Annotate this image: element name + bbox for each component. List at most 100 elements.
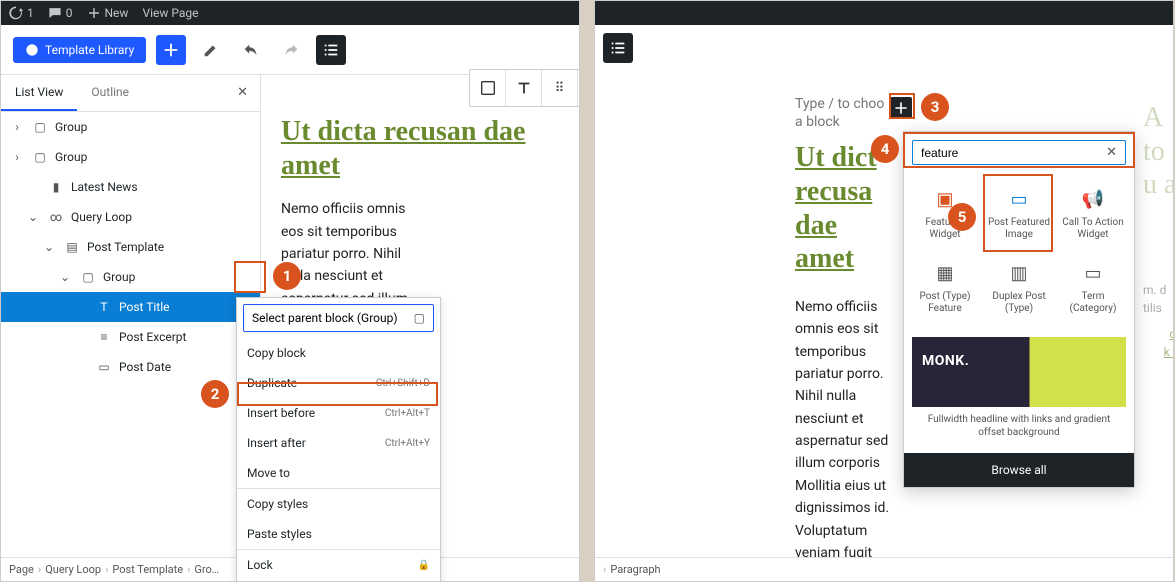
browse-all-button[interactable]: Browse all — [904, 453, 1134, 487]
move-handle[interactable]: ⠿ — [542, 70, 578, 106]
chevron-down-icon: ⌄ — [25, 210, 41, 224]
listview-toggle-button[interactable] — [316, 35, 346, 65]
background-heading: A to s u a — [1143, 101, 1174, 202]
view-page-label: View Page — [142, 6, 198, 20]
listview-toggle-button[interactable] — [603, 33, 633, 63]
panel-tabs: List View Outline ✕ — [1, 75, 260, 112]
block-more-button[interactable]: ⋮ — [578, 70, 580, 106]
inserter-results-grid: ▣Featured Widget ▭Post Featured Image 📢C… — [904, 173, 1134, 329]
tree-item-post-template[interactable]: ⌄▤Post Template — [1, 232, 260, 262]
tree-item-query-loop[interactable]: ⌄∞Query Loop — [1, 202, 260, 232]
inline-add-block-button[interactable] — [890, 97, 912, 119]
template-icon: ▤ — [63, 238, 81, 256]
background-body: m. d tilis — [1143, 281, 1174, 317]
comments-count: 0 — [66, 6, 73, 20]
heading-link[interactable]: Ut dict recusa dae amet — [795, 142, 877, 274]
paste-styles-item[interactable]: Paste styles — [237, 519, 440, 550]
close-panel-button[interactable]: ✕ — [225, 75, 260, 111]
group-icon — [479, 79, 497, 97]
tree-item-post-excerpt[interactable]: ≡Post Excerpt — [1, 322, 260, 352]
tree-item-group[interactable]: ⌄ ▢ Group — [1, 262, 260, 292]
chevron-right-icon: › — [9, 150, 25, 164]
title-icon: T — [95, 298, 113, 316]
preview-logo: MONK. — [922, 353, 969, 369]
ctx-label: Insert after — [247, 436, 306, 450]
tree-item-latest-news[interactable]: ▮Latest News — [1, 172, 260, 202]
crumb[interactable]: Page — [9, 563, 34, 576]
crumb[interactable]: Paragraph — [610, 563, 660, 576]
inserter-item-cta-widget[interactable]: 📢 Call To Action Widget — [1056, 177, 1130, 251]
refresh-count: 1 — [27, 6, 34, 20]
crumb[interactable]: Gro… — [194, 563, 219, 576]
tree-item-post-date[interactable]: ▭Post Date — [1, 352, 260, 382]
plus-icon — [162, 41, 180, 59]
view-page-item[interactable]: View Page — [142, 6, 198, 20]
background-link: d " — [1169, 327, 1174, 341]
clear-search-button[interactable]: ✕ — [1106, 145, 1117, 160]
duplicate-item[interactable]: Duplicate Ctrl+Shift+D — [237, 368, 440, 398]
crumb[interactable]: Post Template — [112, 563, 183, 576]
inserter-item-post-type-feature[interactable]: ▦Post (Type) Feature — [908, 251, 982, 325]
tag-icon: ▭ — [1081, 261, 1105, 285]
new-item[interactable]: New — [87, 6, 129, 20]
tree-label: Post Excerpt — [119, 330, 186, 344]
group-icon: ▢ — [414, 311, 425, 325]
edit-mode-button[interactable] — [196, 35, 226, 65]
copy-block-item[interactable]: Copy block — [237, 338, 440, 368]
insert-before-item[interactable]: Insert before Ctrl+Alt+T — [237, 398, 440, 428]
chevron-down-icon: ⌄ — [57, 270, 73, 284]
step-5-badge: 5 — [948, 203, 976, 231]
undo-button[interactable] — [236, 35, 266, 65]
tab-outline[interactable]: Outline — [77, 75, 143, 111]
post-body: Nemo officiis omnis eos sit temporibus p… — [795, 296, 895, 582]
inserter-search-field[interactable]: ✕ — [912, 140, 1126, 165]
move-to-item[interactable]: Move to — [237, 458, 440, 489]
block-floating-toolbar: ⠿ ⋮ — [469, 69, 580, 107]
shortcut: Ctrl+Shift+D — [376, 378, 430, 389]
comments-item[interactable]: 0 — [48, 6, 73, 20]
tree-item-post-title[interactable]: TPost Title⋮ — [1, 292, 260, 322]
pattern-thumbnail: MONK. — [912, 337, 1126, 407]
plus-icon — [893, 100, 909, 116]
insert-after-item[interactable]: Insert afterCtrl+Alt+Y — [237, 428, 440, 458]
megaphone-icon: 📢 — [1081, 187, 1105, 211]
group-icon: ▢ — [79, 268, 97, 286]
crumb[interactable]: Query Loop — [45, 563, 101, 576]
inserter-item-term-category[interactable]: ▭Term (Category) — [1056, 251, 1130, 325]
tree-label: Latest News — [71, 180, 138, 194]
block-type-button[interactable] — [506, 70, 542, 106]
inserter-item-duplex-post[interactable]: ▥Duplex Post (Type) — [982, 251, 1056, 325]
add-block-button[interactable] — [156, 35, 186, 65]
inserter-pattern-preview[interactable]: MONK. Fullwidth headline with links and … — [912, 337, 1126, 445]
refresh-item[interactable]: 1 — [9, 6, 34, 20]
tree-item-group[interactable]: ›▢Group — [1, 142, 260, 172]
tree-label: Group — [103, 270, 135, 284]
search-input[interactable] — [921, 146, 1106, 160]
template-library-button[interactable]: Template Library — [13, 37, 146, 63]
ctx-label: Move to — [247, 466, 290, 480]
plus-icon — [87, 6, 101, 20]
tree-label: Post Date — [119, 360, 171, 374]
ctx-label: Lock — [247, 558, 273, 572]
ctx-label: Insert before — [247, 406, 315, 420]
pencil-icon — [202, 41, 220, 59]
heading-link[interactable]: Ut dicta recusan dae amet — [281, 116, 525, 181]
copy-styles-item[interactable]: Copy styles — [237, 489, 440, 519]
chevron-right-icon: › — [9, 120, 25, 134]
block-breadcrumbs: › Paragraph — [595, 557, 1173, 581]
shortcut: Ctrl+Alt+T — [385, 408, 430, 419]
tab-listview[interactable]: List View — [1, 75, 77, 111]
tree-label: Group — [55, 150, 87, 164]
redo-button[interactable] — [276, 35, 306, 65]
inserter-item-post-featured-image[interactable]: ▭Post Featured Image — [982, 177, 1056, 251]
select-parent-item[interactable]: Select parent block (Group) ▢ — [243, 304, 434, 332]
ctx-label: Duplicate — [247, 376, 297, 390]
parent-selector-button[interactable] — [470, 70, 506, 106]
tree-item-group[interactable]: ›▢Group — [1, 112, 260, 142]
editor-toolbar — [595, 25, 1173, 65]
block-placeholder[interactable]: Type / to choo a block — [795, 95, 884, 131]
lock-item[interactable]: Lock 🔒 — [237, 550, 440, 580]
new-label: New — [105, 6, 129, 20]
lock-icon: 🔒 — [418, 560, 430, 571]
ins-label: Call To Action Widget — [1060, 217, 1126, 241]
